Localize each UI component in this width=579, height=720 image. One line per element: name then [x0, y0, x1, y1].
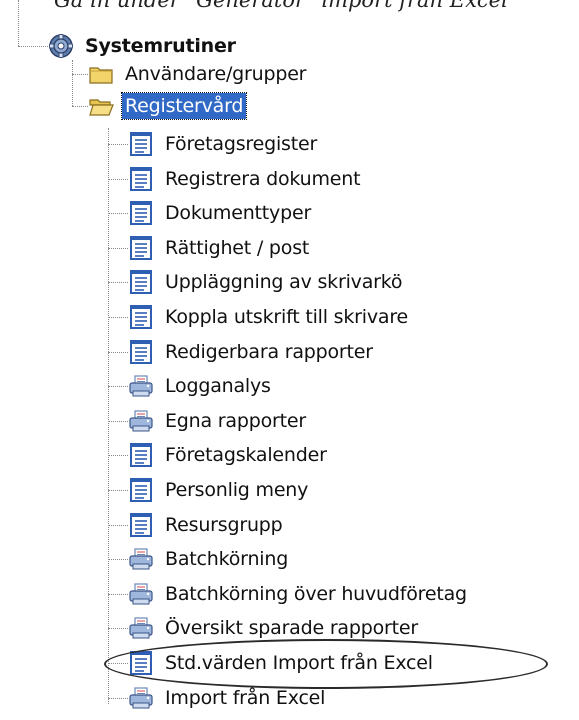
- document-icon: [128, 442, 154, 468]
- document-icon: [128, 477, 154, 503]
- tree-folder-label: Användare/grupper: [125, 63, 307, 85]
- folder-open-icon: [88, 93, 114, 119]
- tree-guide-h-item: [108, 386, 128, 387]
- tree-guide-h-item: [108, 490, 128, 491]
- tree-item-label: Batchkörning: [165, 548, 289, 570]
- tree-guide-h-item: [108, 352, 128, 353]
- tree-item-label: Uppläggning av skrivarkö: [165, 271, 403, 293]
- tree-guide-h-item: [108, 421, 128, 422]
- tree-item-label: Företagsregister: [165, 133, 318, 155]
- tree-guide-h-item: [108, 698, 128, 699]
- tree-guide-h-item: [108, 317, 128, 318]
- tree-item[interactable]: Översikt sparade rapporter: [128, 612, 421, 644]
- tree-root-label: Systemrutiner: [85, 35, 236, 57]
- document-icon: [128, 200, 154, 226]
- tree-folder-label-selected: Registervård: [120, 92, 248, 120]
- tree-item[interactable]: Registrera dokument: [128, 163, 363, 195]
- tree-item[interactable]: Företagsregister: [128, 128, 320, 160]
- tree-item-label: Rättighet / post: [165, 237, 310, 259]
- tree-item[interactable]: Batchkörning: [128, 543, 291, 575]
- document-icon: [128, 269, 154, 295]
- tree-guide-h-item: [108, 628, 128, 629]
- tree-item-label: Egna rapporter: [165, 410, 306, 432]
- tree-item[interactable]: Koppla utskrift till skrivare: [128, 301, 411, 333]
- tree-guide-h-folder-2: [72, 106, 88, 107]
- tree-guide-h-item: [108, 525, 128, 526]
- tree-item[interactable]: Resursgrupp: [128, 509, 286, 541]
- tree-guide-h-item: [108, 594, 128, 595]
- tree-guide-h-item: [108, 282, 128, 283]
- tree-item-label: Std.värden Import från Excel: [165, 652, 433, 674]
- tree-item-label: Översikt sparade rapporter: [165, 617, 418, 639]
- document-icon: [128, 131, 154, 157]
- printer-icon: [128, 373, 154, 399]
- tree-item[interactable]: Egna rapporter: [128, 405, 309, 437]
- tree-guide-h-item: [108, 213, 128, 214]
- tree-item[interactable]: Std.värden Import från Excel: [128, 647, 436, 679]
- tree-item[interactable]: Personlig meny: [128, 474, 311, 506]
- tree-guide-h-root: [18, 46, 48, 47]
- printer-icon: [128, 615, 154, 641]
- document-icon: [128, 304, 154, 330]
- tree-guide-h-item: [108, 144, 128, 145]
- tree-item[interactable]: Batchkörning över huvudföretag: [128, 578, 470, 610]
- tree-item-label: Logganalys: [165, 375, 271, 397]
- tree-guide-h-item: [108, 248, 128, 249]
- tree-item[interactable]: Dokumenttyper: [128, 197, 314, 229]
- tree-guide-level2: [108, 128, 109, 704]
- tree-item[interactable]: Rättighet / post: [128, 232, 312, 264]
- tree-item-label: Redigerbara rapporter: [165, 341, 373, 363]
- tree-item-label: Registrera dokument: [165, 168, 361, 190]
- tree-guide-h-item: [108, 559, 128, 560]
- tree-item[interactable]: Import från Excel: [128, 682, 328, 714]
- document-icon: [128, 166, 154, 192]
- printer-icon: [128, 581, 154, 607]
- gear-icon: [48, 33, 74, 59]
- document-icon: [128, 650, 154, 676]
- document-icon: [128, 339, 154, 365]
- tree-item-label: Koppla utskrift till skrivare: [165, 306, 409, 328]
- tree-item[interactable]: Redigerbara rapporter: [128, 336, 376, 368]
- tree-guide-level1: [72, 60, 73, 106]
- tree-guide-h-item: [108, 179, 128, 180]
- printer-icon: [128, 685, 154, 711]
- printer-icon: [128, 546, 154, 572]
- tree-item-label: Batchkörning över huvudföretag: [165, 583, 467, 605]
- tree-item[interactable]: Uppläggning av skrivarkö: [128, 266, 405, 298]
- printer-icon: [128, 408, 154, 434]
- tree-item-label: Företagskalender: [165, 444, 327, 466]
- tree-guide-root: [18, 0, 19, 46]
- navigation-tree: Systemrutiner Användare/grupper Register…: [0, 0, 579, 720]
- document-icon: [128, 235, 154, 261]
- tree-folder-registervard[interactable]: Registervård: [88, 90, 248, 122]
- tree-item-label: Resursgrupp: [165, 514, 283, 536]
- tree-item[interactable]: Företagskalender: [128, 439, 330, 471]
- tree-item[interactable]: Logganalys: [128, 370, 274, 402]
- tree-item-label: Dokumenttyper: [165, 202, 312, 224]
- folder-closed-icon: [88, 61, 114, 87]
- tree-folder-anvandare-grupper[interactable]: Användare/grupper: [88, 58, 309, 90]
- tree-guide-h-item: [108, 455, 128, 456]
- tree-guide-h-folder-1: [72, 74, 88, 75]
- tree-item-label: Personlig meny: [165, 479, 309, 501]
- tree-item-label: Import från Excel: [165, 687, 326, 709]
- document-icon: [128, 512, 154, 538]
- tree-guide-h-item: [108, 663, 128, 664]
